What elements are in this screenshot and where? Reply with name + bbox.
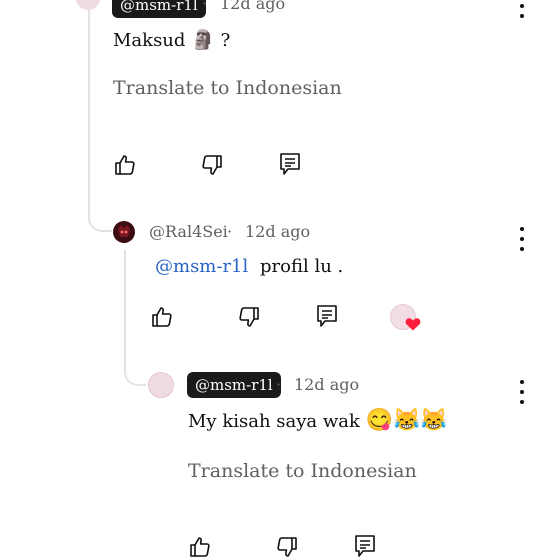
thumb-down-icon[interactable] [199,152,225,178]
more-vert-icon[interactable] [517,0,527,18]
separator-dot: · [276,375,282,394]
reply-icon[interactable] [314,303,340,329]
thumb-up-icon[interactable] [149,304,175,330]
thumb-up-icon[interactable] [187,534,213,560]
thumb-down-icon[interactable] [236,304,262,330]
comment-time: 12d ago [294,375,360,394]
thread-line-reply [124,250,126,360]
comment-text: My kisah saya wak 😋😹😹 [188,408,448,433]
avatar[interactable] [148,372,174,398]
comment-time: 12d ago [245,222,311,241]
separator-dot: · [227,222,233,241]
emoji-group: 😋😹😹 [365,408,448,433]
thread-line-main [88,0,90,210]
avatar[interactable] [112,220,136,244]
channel-handle-badge[interactable]: @msm-r1l [112,0,206,18]
translate-link[interactable]: Translate to Indonesian [188,460,417,482]
reply-icon[interactable] [352,533,378,559]
comment-text-main: Maksud [113,30,186,51]
more-vert-icon[interactable] [517,380,527,404]
comment-text: @msm-r1l profil lu . [155,256,343,277]
heart-icon [405,318,421,331]
comment-text: Maksud 🗿 ? [113,28,230,51]
creator-heart-icon[interactable] [390,304,424,334]
avatar[interactable] [76,0,100,10]
separator-dot: · [202,0,208,13]
more-vert-icon[interactable] [517,227,527,251]
thread-curve-reply-2 [124,350,146,386]
reply-icon[interactable] [277,151,303,177]
channel-handle[interactable]: @Ral4Sei [149,222,228,241]
thumb-up-icon[interactable] [112,152,138,178]
translate-link[interactable]: Translate to Indonesian [113,77,342,99]
mention-link[interactable]: @msm-r1l [155,256,248,277]
thread-curve-reply-1 [88,200,112,232]
comment-text-main: My kisah saya wak [188,411,360,432]
moai-emoji: 🗿 [191,29,215,51]
comment-text-main: profil lu . [260,256,344,277]
channel-handle-badge[interactable]: @msm-r1l [187,372,281,398]
comment-text-suffix: ? [220,30,231,51]
comment-time: 12d ago [220,0,286,13]
thumb-down-icon[interactable] [274,534,300,560]
